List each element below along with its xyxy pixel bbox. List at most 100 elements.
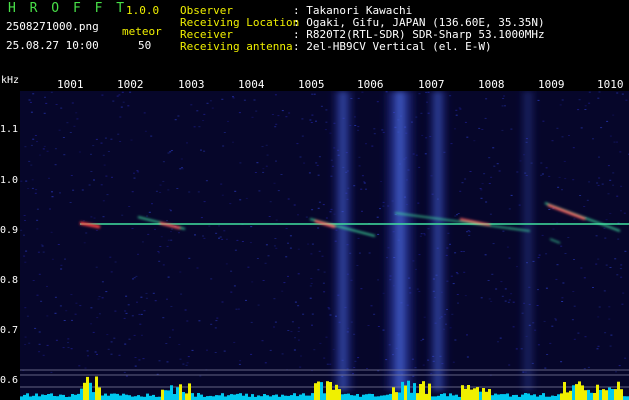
noise-dot <box>114 261 117 263</box>
noise-dot <box>76 118 79 120</box>
signal-bar <box>224 396 227 400</box>
noise-dot <box>556 264 559 266</box>
noise-dot <box>265 165 268 167</box>
signal-bar <box>608 387 611 400</box>
noise-dot <box>83 242 86 244</box>
noise-dot <box>250 226 253 228</box>
signal-bar <box>62 394 65 400</box>
noise-dot <box>619 268 622 270</box>
noise-dot <box>617 238 620 240</box>
noise-dot <box>32 93 35 95</box>
noise-dot <box>489 213 492 215</box>
noise-dot <box>620 185 623 187</box>
noise-dot <box>317 269 320 271</box>
noise-dot <box>612 184 615 186</box>
noise-dot <box>456 273 459 275</box>
noise-dot <box>615 371 617 373</box>
noise-dot <box>456 214 458 216</box>
datetime: 25.08.27 10:00 <box>6 39 99 52</box>
noise-dot <box>299 156 302 158</box>
noise-dot <box>287 242 289 244</box>
noise-dot <box>357 126 360 128</box>
noise-dot <box>30 164 33 166</box>
noise-dot <box>86 350 89 352</box>
signal-bar <box>347 393 350 400</box>
noise-dot <box>484 117 487 119</box>
noise-dot <box>358 252 361 254</box>
noise-dot <box>545 253 548 255</box>
noise-dot <box>609 213 612 214</box>
signal-bar <box>386 394 389 400</box>
signal-bar <box>413 383 416 400</box>
noise-dot <box>24 261 27 263</box>
noise-dot <box>24 146 27 148</box>
noise-dot <box>133 334 136 336</box>
noise-dot <box>206 102 209 104</box>
noise-dot <box>222 145 225 147</box>
noise-dot <box>92 145 95 147</box>
noise-dot <box>325 336 328 338</box>
noise-dot <box>127 105 130 107</box>
noise-dot <box>227 120 229 122</box>
noise-dot <box>463 271 466 273</box>
signal-bar <box>59 394 62 400</box>
noise-dot <box>211 107 214 109</box>
noise-dot <box>315 120 317 122</box>
noise-dot <box>32 280 35 281</box>
noise-dot <box>616 195 619 197</box>
signal-bar <box>527 393 530 400</box>
noise-dot <box>104 137 107 139</box>
noise-dot <box>580 267 583 269</box>
noise-dot <box>59 192 61 194</box>
signal-bar <box>524 393 527 400</box>
noise-dot <box>191 349 194 351</box>
noise-dot <box>178 232 180 234</box>
noise-dot <box>510 194 513 196</box>
signal-bar <box>536 396 539 400</box>
signal-bar <box>437 395 440 400</box>
noise-dot <box>561 99 564 101</box>
noise-dot <box>110 353 113 355</box>
noise-dot <box>318 201 321 203</box>
noise-dot <box>25 250 28 252</box>
noise-dot <box>601 183 604 185</box>
signal-bar <box>212 396 215 400</box>
signal-bar <box>32 395 35 400</box>
noise-dot <box>245 299 247 301</box>
noise-dot <box>158 252 160 254</box>
noise-dot <box>303 162 306 164</box>
noise-dot <box>74 313 77 315</box>
noise-dot <box>98 313 101 315</box>
noise-dot <box>54 148 57 150</box>
noise-dot <box>595 263 598 265</box>
noise-dot <box>377 233 380 235</box>
noise-dot <box>297 273 300 275</box>
noise-dot <box>310 253 313 255</box>
noise-dot <box>461 182 464 184</box>
noise-dot <box>305 216 308 218</box>
noise-dot <box>588 102 591 104</box>
noise-dot <box>321 255 324 257</box>
noise-dot <box>501 295 504 297</box>
noise-dot <box>571 319 574 321</box>
signal-bar <box>287 395 290 400</box>
noise-dot <box>123 371 126 373</box>
noise-dot <box>184 309 187 311</box>
noise-dot <box>290 331 293 333</box>
noise-dot <box>583 368 586 370</box>
noise-dot <box>490 176 493 178</box>
noise-dot <box>293 349 296 351</box>
noise-dot <box>277 190 280 192</box>
noise-dot <box>119 141 122 142</box>
noise-dot <box>50 371 53 373</box>
noise-dot <box>23 215 26 216</box>
noise-dot <box>137 253 139 255</box>
noise-dot <box>573 218 576 220</box>
signal-bar <box>41 394 44 400</box>
noise-dot <box>51 196 54 198</box>
noise-dot <box>101 281 104 283</box>
noise-dot <box>268 216 271 217</box>
noise-dot <box>101 94 104 96</box>
noise-dot <box>28 160 31 162</box>
signal-bar <box>152 394 155 400</box>
